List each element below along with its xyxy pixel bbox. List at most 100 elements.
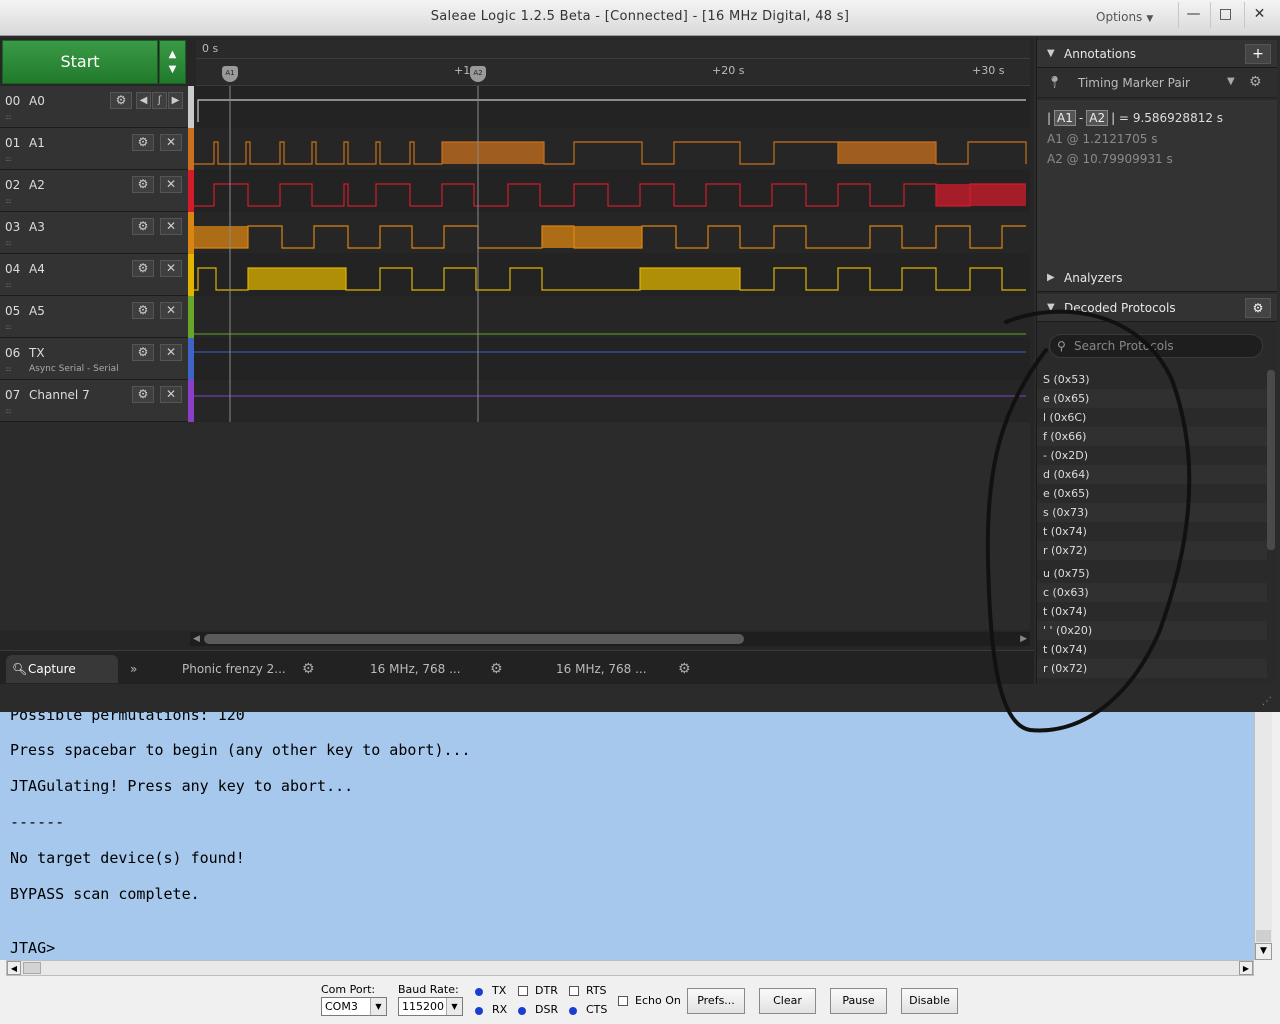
close-button[interactable]: ✕ (1244, 2, 1274, 28)
chevron-down-icon[interactable]: ▼ (1227, 76, 1235, 87)
list-item[interactable]: ' ' (0x20) (1037, 621, 1267, 640)
echo-on-checkbox[interactable] (618, 996, 628, 1006)
list-item[interactable]: c (0x63) (1037, 583, 1267, 602)
gear-icon[interactable]: ⚙ (678, 655, 691, 683)
prefs-button[interactable]: Prefs... (687, 988, 745, 1014)
list-item[interactable]: t (0x74) (1037, 640, 1267, 659)
timing-marker-a1[interactable]: A1 (222, 66, 238, 82)
scroll-thumb[interactable] (204, 634, 744, 644)
minimize-button[interactable]: — (1178, 2, 1208, 28)
pause-button[interactable]: Pause (830, 988, 887, 1014)
search-protocols-input[interactable]: ⚲ Search Protocols (1049, 334, 1263, 358)
disable-button[interactable]: Disable (901, 988, 958, 1014)
tab-capture[interactable]: 🔍︎ Capture (6, 655, 118, 683)
terminal-output[interactable]: Possible permutations: 120 Press spaceba… (0, 712, 1254, 960)
list-item[interactable]: u (0x75) (1037, 564, 1267, 583)
start-button[interactable]: Start (2, 40, 158, 84)
tab-session-3[interactable]: 16 MHz, 768 ... ⚙ (556, 655, 691, 683)
tab-session-2[interactable]: 16 MHz, 768 ... ⚙ (370, 655, 503, 683)
channel-name[interactable]: A0 (29, 94, 45, 108)
list-item[interactable]: r (0x72) (1037, 541, 1267, 560)
prev-edge-icon[interactable]: ◀ (136, 92, 151, 109)
scroll-down-icon[interactable]: ▼ (1255, 943, 1272, 960)
timing-marker-a2[interactable]: A2 (470, 66, 486, 82)
close-icon[interactable]: ✕ (160, 134, 182, 151)
gear-icon[interactable]: ⚙ (490, 655, 503, 683)
com-port-select[interactable]: COM3 ▼ (321, 997, 387, 1016)
drag-grip-icon[interactable]: :::: (5, 113, 12, 121)
scroll-right-icon[interactable]: ▶ (1239, 961, 1253, 975)
gear-icon[interactable]: ⚙ (132, 218, 154, 235)
gear-icon[interactable]: ⚙ (302, 655, 315, 683)
baud-rate-select[interactable]: 115200 ▼ (398, 997, 463, 1016)
add-icon[interactable]: + (1245, 44, 1271, 64)
gear-icon[interactable]: ⚙ (110, 92, 132, 109)
gear-icon[interactable]: ⚙ (132, 302, 154, 319)
horizontal-scrollbar[interactable]: ◀ ▶ (190, 632, 1030, 646)
gear-icon[interactable]: ⚙ (1245, 298, 1271, 318)
gear-icon[interactable]: ⚙ (132, 134, 154, 151)
close-icon[interactable]: ✕ (160, 344, 182, 361)
channel-name[interactable]: A3 (29, 220, 45, 234)
trigger-edge-icon[interactable]: ʃ (152, 92, 167, 109)
list-item[interactable]: - (0x2D) (1037, 446, 1267, 465)
channel-name[interactable]: A2 (29, 178, 45, 192)
gear-icon[interactable]: ⚙ (132, 176, 154, 193)
list-item[interactable]: s (0x73) (1037, 503, 1267, 522)
drag-grip-icon[interactable]: :::: (5, 239, 12, 247)
list-item[interactable]: r (0x72) (1037, 659, 1267, 678)
clear-button[interactable]: Clear (759, 988, 816, 1014)
list-item[interactable]: l (0x6C) (1037, 408, 1267, 427)
gear-icon[interactable]: ⚙ (132, 260, 154, 277)
close-icon[interactable]: ✕ (160, 218, 182, 235)
drag-grip-icon[interactable]: :::: (5, 323, 12, 331)
list-item[interactable]: t (0x74) (1037, 522, 1267, 541)
scroll-left-icon[interactable]: ◀ (7, 961, 21, 975)
drag-grip-icon[interactable]: :::: (5, 197, 12, 205)
gear-icon[interactable]: ⚙ (1249, 74, 1262, 90)
annotation-selector[interactable]: 📍︎ Timing Marker Pair ▼ ⚙ (1037, 68, 1277, 98)
annotations-header[interactable]: ▼ Annotations + (1037, 40, 1277, 68)
tab-overflow-icon[interactable]: » (130, 655, 137, 683)
terminal-horizontal-scrollbar[interactable]: ◀ ▶ (6, 960, 1254, 976)
channel-name[interactable]: Channel 7 (29, 388, 90, 402)
decoded-protocols-header[interactable]: ▼ Decoded Protocols ⚙ (1037, 294, 1277, 322)
close-icon[interactable]: ✕ (160, 386, 182, 403)
start-options-arrows[interactable]: ▲ ▼ (159, 40, 186, 84)
drag-grip-icon[interactable]: :::: (5, 407, 12, 415)
list-item[interactable]: e (0x65) (1037, 484, 1267, 503)
close-icon[interactable]: ✕ (160, 302, 182, 319)
analyzers-header[interactable]: ▶ Analyzers (1037, 264, 1277, 292)
rts-checkbox[interactable] (569, 986, 579, 996)
scroll-thumb[interactable] (23, 962, 41, 974)
channel-name[interactable]: A1 (29, 136, 45, 150)
dense-activity-block (248, 268, 346, 290)
close-icon[interactable]: ✕ (160, 260, 182, 277)
options-menu[interactable]: Options ▼ (1096, 10, 1153, 24)
scroll-left-icon[interactable]: ◀ (193, 632, 200, 646)
next-edge-icon[interactable]: ▶ (168, 92, 183, 109)
list-item[interactable]: e (0x65) (1037, 389, 1267, 408)
drag-grip-icon[interactable]: :::: (5, 365, 12, 373)
drag-grip-icon[interactable]: :::: (5, 155, 12, 163)
list-item[interactable]: S (0x53) (1037, 370, 1267, 389)
terminal-vertical-scrollbar[interactable]: ▼ (1254, 712, 1272, 960)
resize-grip-icon[interactable]: ⋰ (1262, 696, 1272, 707)
drag-grip-icon[interactable]: :::: (5, 281, 12, 289)
tab-session-1[interactable]: Phonic frenzy 2... ⚙ (182, 655, 315, 683)
channel-name[interactable]: A4 (29, 262, 45, 276)
list-scrollbar[interactable] (1267, 370, 1275, 550)
waveform-area[interactable] (194, 86, 1030, 422)
list-item[interactable]: t (0x74) (1037, 602, 1267, 621)
list-item[interactable]: f (0x66) (1037, 427, 1267, 446)
gear-icon[interactable]: ⚙ (132, 386, 154, 403)
scroll-right-icon[interactable]: ▶ (1020, 632, 1027, 646)
scroll-thumb[interactable] (1256, 930, 1271, 942)
maximize-button[interactable]: □ (1210, 2, 1240, 28)
channel-name[interactable]: TX (29, 346, 45, 360)
close-icon[interactable]: ✕ (160, 176, 182, 193)
channel-name[interactable]: A5 (29, 304, 45, 318)
gear-icon[interactable]: ⚙ (132, 344, 154, 361)
list-item[interactable]: d (0x64) (1037, 465, 1267, 484)
dtr-checkbox[interactable] (518, 986, 528, 996)
